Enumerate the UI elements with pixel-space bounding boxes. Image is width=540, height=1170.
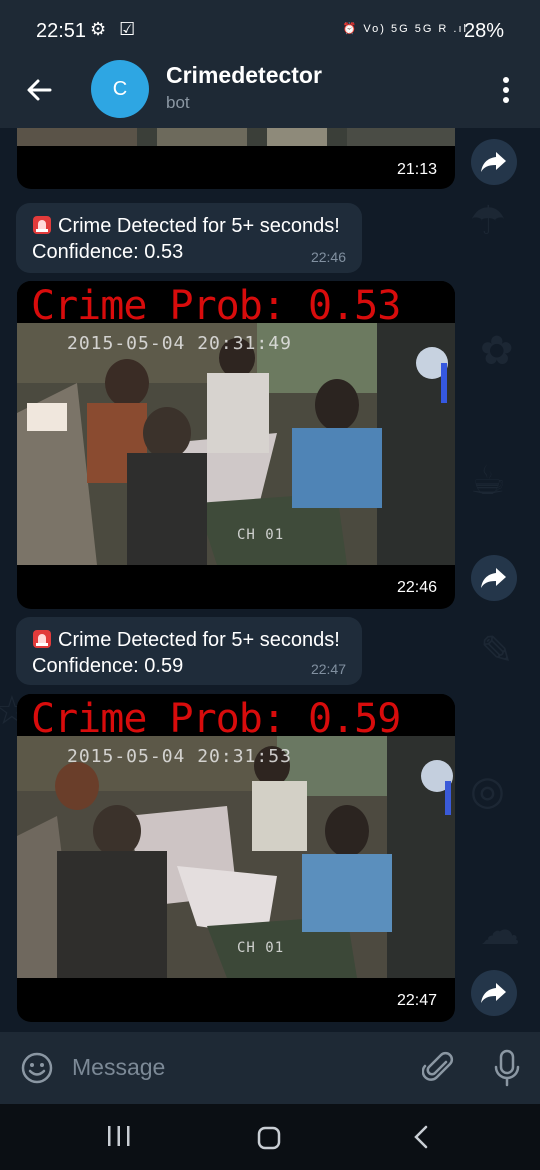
forward-arrow-icon <box>481 152 506 172</box>
message-time: 22:46 <box>310 249 346 265</box>
alert-text: Crime Detected for 5+ seconds! <box>58 215 340 237</box>
message-time: 21:13 <box>396 161 437 178</box>
siren-icon <box>33 216 51 234</box>
confidence-text: Confidence: 0.53 <box>32 241 184 263</box>
chat-title[interactable]: Crimedetector <box>166 62 322 89</box>
video-message[interactable]: Crime Prob: 0.53 2015-05-04 20:31:49 CH … <box>17 281 455 609</box>
overlay-bar: Crime Prob: 0.59 <box>17 694 455 742</box>
message-composer: Message <box>0 1032 540 1104</box>
overlay-bar: Crime Prob: 0.53 <box>17 281 455 329</box>
chat-subtitle: bot <box>166 93 190 112</box>
video-message[interactable]: Crime Prob: 0.59 2015-05-04 20:31:53 CH … <box>17 694 455 1022</box>
paperclip-icon[interactable] <box>422 1050 456 1084</box>
background-doodle-icon: ☂ <box>470 199 506 243</box>
cctv-frame[interactable]: 2015-05-04 20:31:53 CH 01 <box>17 736 455 978</box>
cctv-timestamp: 2015-05-04 20:31:49 <box>67 333 292 354</box>
status-time: 22:51 <box>36 20 87 42</box>
avatar[interactable]: C <box>91 60 149 118</box>
message-time: 22:47 <box>310 661 346 677</box>
back-arrow-icon[interactable] <box>22 72 58 108</box>
chat-area[interactable]: ☂ ✿ ☕ ✎ ◎ ☁ ☆ 21:13 Crime Detected for 5… <box>0 128 540 1032</box>
forward-arrow-icon <box>481 568 506 588</box>
background-doodle-icon: ✿ <box>480 329 514 373</box>
chat-header: C Crimedetector bot <box>0 60 540 128</box>
forward-arrow-icon <box>481 983 506 1003</box>
battery-level: 28% <box>463 20 504 42</box>
home-icon[interactable] <box>256 1125 282 1151</box>
back-nav-icon[interactable] <box>410 1124 432 1150</box>
forward-button[interactable] <box>471 970 517 1016</box>
system-nav-bar <box>0 1104 540 1170</box>
message-input[interactable]: Message <box>72 1054 165 1081</box>
emoji-icon[interactable] <box>20 1051 54 1085</box>
siren-icon <box>33 630 51 648</box>
more-options-icon[interactable] <box>494 72 518 108</box>
microphone-icon[interactable] <box>492 1048 522 1088</box>
status-notification-icons: ⚙ ☑ <box>90 19 140 39</box>
cctv-frame[interactable]: 2015-05-04 20:31:49 CH 01 <box>17 323 455 565</box>
message-time: 22:46 <box>396 579 437 596</box>
cctv-timestamp: 2015-05-04 20:31:53 <box>67 746 292 767</box>
background-doodle-icon: ✎ <box>480 629 514 673</box>
cctv-channel: CH 01 <box>237 527 285 543</box>
confidence-text: Confidence: 0.59 <box>32 655 184 677</box>
video-frame[interactable] <box>17 128 455 146</box>
message-time: 22:47 <box>396 992 437 1009</box>
status-bar: 22:51 ⚙ ☑ ⏰ Vo) 5G 5G R .ıl 28% <box>0 0 540 60</box>
forward-button[interactable] <box>471 555 517 601</box>
video-message[interactable]: 21:13 <box>17 128 455 189</box>
background-doodle-icon: ☁ <box>480 909 520 953</box>
cctv-channel: CH 01 <box>237 940 285 956</box>
background-doodle-icon: ☕ <box>470 459 506 503</box>
text-message[interactable]: Crime Detected for 5+ seconds! Confidenc… <box>16 203 362 273</box>
status-signal-icons: ⏰ Vo) 5G 5G R .ıl <box>342 23 468 35</box>
cctv-image <box>17 736 455 978</box>
recent-apps-icon[interactable] <box>106 1124 132 1148</box>
forward-button[interactable] <box>471 139 517 185</box>
cctv-image <box>17 323 455 565</box>
background-doodle-icon: ◎ <box>470 769 505 813</box>
text-message[interactable]: Crime Detected for 5+ seconds! Confidenc… <box>16 617 362 685</box>
alert-text: Crime Detected for 5+ seconds! <box>58 629 340 651</box>
